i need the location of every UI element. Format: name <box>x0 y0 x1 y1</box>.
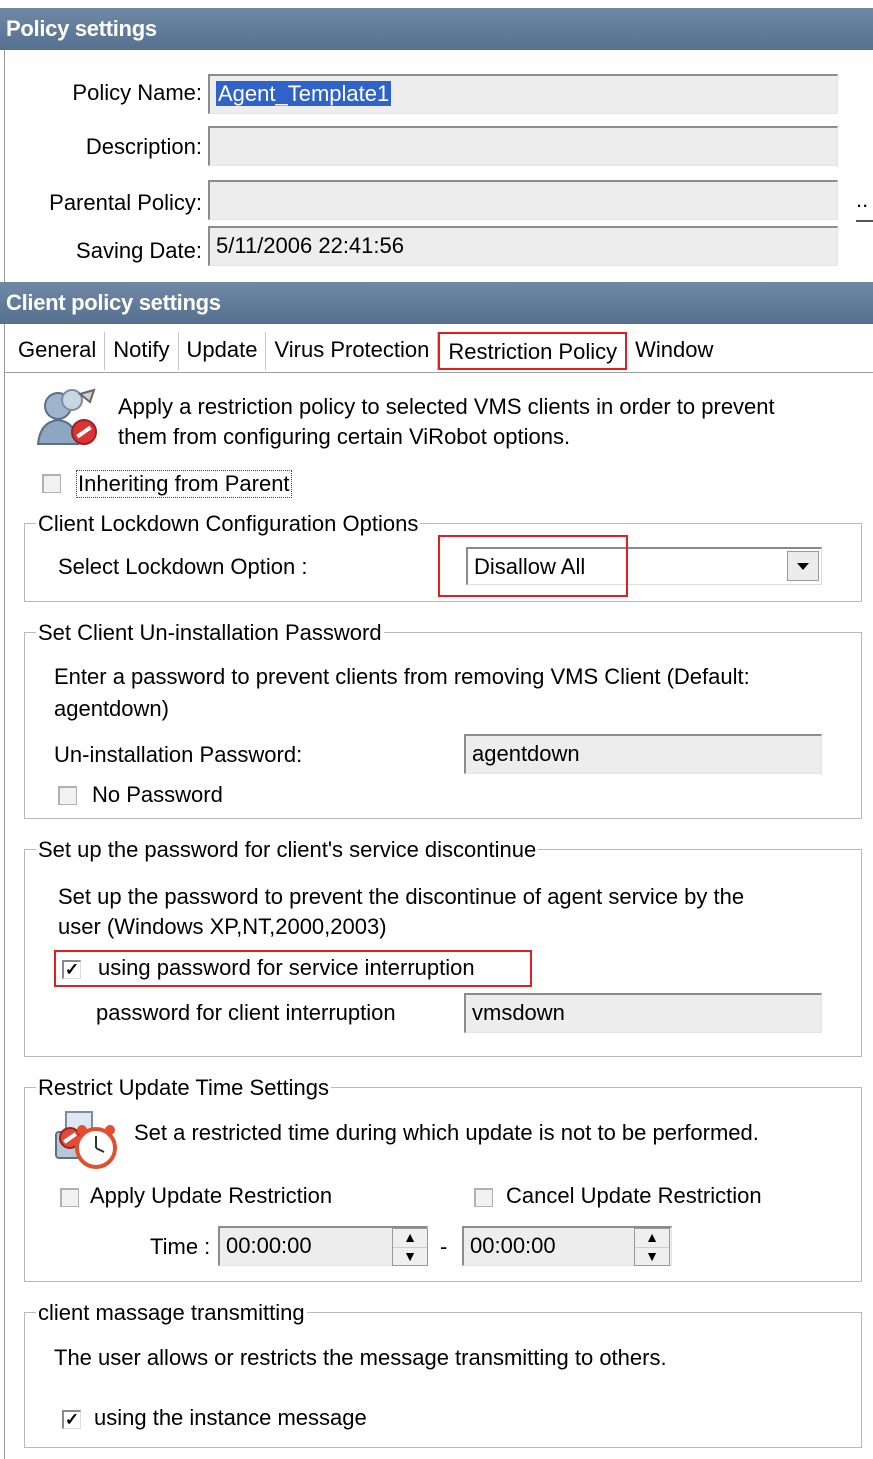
uninstall-password-label: Un-installation Password: <box>54 742 303 767</box>
lockdown-highlight <box>438 535 628 597</box>
apply-update-restriction-label: Apply Update Restriction <box>90 1183 333 1208</box>
policy-name-value: Agent_Template1 <box>216 81 392 106</box>
service-desc-line-1: Set up the password to prevent the disco… <box>58 884 745 909</box>
cancel-update-restriction-label: Cancel Update Restriction <box>506 1183 762 1208</box>
spin-up-icon[interactable]: ▲ <box>393 1229 427 1248</box>
uninstall-legend: Set Client Un-installation Password <box>36 620 384 646</box>
policy-settings-header: Policy settings <box>0 8 873 50</box>
no-password-checkbox[interactable] <box>58 786 77 805</box>
client-interruption-label: password for client interruption <box>96 1000 396 1025</box>
service-legend: Set up the password for client's service… <box>36 837 539 863</box>
client-interruption-input[interactable]: vmsdown <box>464 993 822 1033</box>
client-policy-header: Client policy settings <box>0 282 873 324</box>
tab-virus-protection[interactable]: Virus Protection <box>266 332 439 370</box>
parental-policy-input[interactable] <box>208 180 838 220</box>
spin-down-icon[interactable]: ▼ <box>393 1248 427 1266</box>
tab-restriction-policy[interactable]: Restriction Policy <box>438 332 628 370</box>
policy-name-input[interactable]: Agent_Template1 <box>208 74 838 114</box>
time-label: Time : <box>150 1234 211 1259</box>
use-password-highlight <box>54 950 532 987</box>
spin-down-icon[interactable]: ▼ <box>635 1248 669 1266</box>
intro-line-1: Apply a restriction policy to selected V… <box>118 394 775 419</box>
tab-general[interactable]: General <box>10 332 106 370</box>
description-input[interactable] <box>208 126 838 166</box>
lockdown-select-label: Select Lockdown Option : <box>58 554 308 579</box>
uninstall-desc-line-2: agentdown) <box>54 696 169 721</box>
instance-message-checkbox[interactable]: ✓ <box>62 1410 81 1429</box>
description-label: Description: <box>85 134 202 159</box>
saving-date-label: Saving Date: <box>76 238 202 263</box>
service-desc-line-2: user (Windows XP,NT,2000,2003) <box>58 914 387 939</box>
saving-date-field: 5/11/2006 22:41:56 <box>208 226 838 266</box>
apply-update-restriction-checkbox[interactable] <box>60 1188 79 1207</box>
user-restriction-icon <box>36 388 102 448</box>
inherit-checkbox[interactable] <box>42 474 61 493</box>
policy-name-label: Policy Name: <box>72 80 202 105</box>
message-legend: client massage transmitting <box>36 1300 307 1326</box>
lockdown-legend: Client Lockdown Configuration Options <box>36 511 421 537</box>
uninstall-desc-line-1: Enter a password to prevent clients from… <box>54 664 750 689</box>
tab-window[interactable]: Window <box>627 332 721 370</box>
chevron-down-icon[interactable] <box>787 551 819 581</box>
update-time-legend: Restrict Update Time Settings <box>36 1075 332 1101</box>
time-separator: - <box>440 1234 448 1259</box>
panel-border <box>4 50 5 1459</box>
time-from-stepper[interactable]: ▲ ▼ <box>392 1228 428 1266</box>
spin-up-icon[interactable]: ▲ <box>635 1229 669 1248</box>
instance-message-label: using the instance message <box>94 1405 367 1430</box>
inherit-label: Inheriting from Parent <box>76 470 292 498</box>
intro-line-2: them from configuring certain ViRobot op… <box>118 424 571 449</box>
uninstall-password-input[interactable]: agentdown <box>464 734 822 774</box>
no-password-label: No Password <box>92 782 223 807</box>
parental-policy-label: Parental Policy: <box>49 190 202 215</box>
update-time-desc: Set a restricted time during which updat… <box>134 1120 759 1145</box>
cancel-update-restriction-checkbox[interactable] <box>474 1188 493 1207</box>
time-to-stepper[interactable]: ▲ ▼ <box>634 1228 670 1266</box>
browse-button[interactable]: .. <box>856 180 873 222</box>
tab-update[interactable]: Update <box>179 332 267 370</box>
message-desc: The user allows or restricts the message… <box>54 1345 667 1370</box>
tab-divider <box>4 372 873 373</box>
tab-bar: General Notify Update Virus Protection R… <box>10 332 721 370</box>
tab-notify[interactable]: Notify <box>105 332 179 370</box>
clock-restriction-icon <box>52 1108 122 1172</box>
